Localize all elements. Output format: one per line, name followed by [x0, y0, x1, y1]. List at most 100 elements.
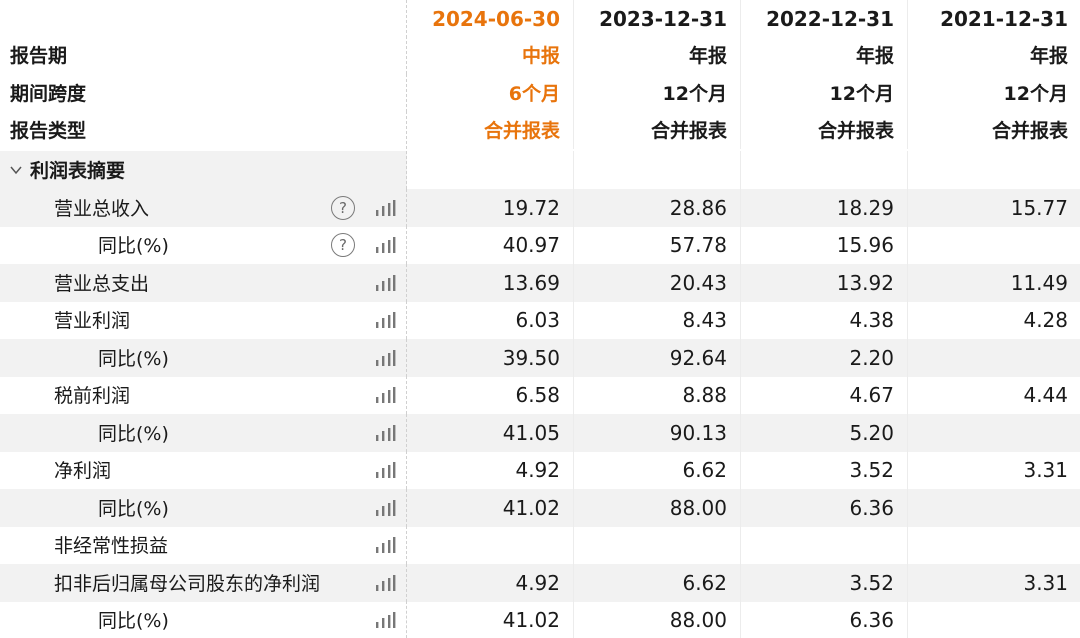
value-cell: 15.77 — [908, 189, 1080, 227]
row-label: 同比(%) — [98, 498, 169, 521]
table-row: 同比(%) 41.02 88.00 6.36 — [0, 601, 1080, 638]
value-cell: 11.49 — [908, 264, 1080, 302]
value-cell — [908, 339, 1080, 377]
table-row: 营业利润 6.03 8.43 4.38 4.28 — [0, 301, 1080, 339]
bar-chart-icon[interactable] — [374, 423, 396, 443]
chevron-down-icon[interactable] — [8, 162, 24, 178]
row-label-cell: 净利润 — [0, 451, 407, 489]
value-cell: 6.58 — [407, 376, 574, 414]
header-value: 年报 — [574, 36, 741, 74]
row-label: 净利润 — [54, 460, 112, 483]
header-period-row: 2024-06-30 2023-12-31 2022-12-31 2021-12… — [0, 0, 1080, 38]
value-cell: 2.20 — [741, 339, 908, 377]
table-row: 非经常性损益 — [0, 526, 1080, 564]
header-label: 报告期 — [0, 36, 407, 74]
value-cell: 57.78 — [574, 226, 741, 264]
period-header-1[interactable]: 2024-06-30 — [407, 0, 574, 38]
value-cell: 6.03 — [407, 301, 574, 339]
value-cell: 6.36 — [741, 601, 908, 638]
header-value: 6个月 — [407, 74, 574, 112]
section-title: 利润表摘要 — [30, 160, 126, 183]
row-label-cell: 同比(%) — [0, 489, 407, 527]
period-header-2[interactable]: 2023-12-31 — [574, 0, 741, 38]
bar-chart-icon[interactable] — [374, 235, 396, 255]
value-cell: 8.88 — [574, 376, 741, 414]
value-cell — [407, 526, 574, 564]
value-cell: 13.69 — [407, 264, 574, 302]
bar-chart-icon[interactable] — [374, 198, 396, 218]
table-row: 同比(%) 39.50 92.64 2.20 — [0, 339, 1080, 377]
table-row: 营业总收入 ? 19.72 28.86 18.29 15.77 — [0, 189, 1080, 227]
value-cell: 28.86 — [574, 189, 741, 227]
question-circle-icon[interactable]: ? — [331, 232, 355, 257]
value-cell: 6.62 — [574, 564, 741, 602]
period-header-4[interactable]: 2021-12-31 — [908, 0, 1080, 38]
value-cell: 90.13 — [574, 414, 741, 452]
header-report-type-row: 报告类型 合并报表 合并报表 合并报表 合并报表 — [0, 111, 1080, 149]
bar-chart-icon[interactable] — [374, 460, 396, 480]
header-value: 合并报表 — [741, 111, 908, 149]
value-cell — [908, 601, 1080, 638]
bar-chart-icon[interactable] — [374, 273, 396, 293]
question-circle-icon[interactable]: ? — [331, 195, 355, 220]
header-span-row: 期间跨度 6个月 12个月 12个月 12个月 — [0, 74, 1080, 112]
header-value: 年报 — [741, 36, 908, 74]
header-value: 合并报表 — [991, 120, 1068, 143]
bar-chart-icon[interactable] — [374, 498, 396, 518]
header-label: 期间跨度 — [0, 74, 407, 112]
value-cell: 41.02 — [407, 601, 574, 638]
row-label-cell: 营业总收入 ? — [0, 189, 407, 227]
value-cell: 4.92 — [407, 564, 574, 602]
value-cell: 4.38 — [741, 301, 908, 339]
value-cell: 39.50 — [407, 339, 574, 377]
header-label-empty — [0, 0, 407, 38]
value-cell: 3.52 — [741, 564, 908, 602]
period-header-3[interactable]: 2022-12-31 — [741, 0, 908, 38]
value-cell: 4.44 — [1023, 382, 1068, 407]
value-cell: 88.00 — [574, 601, 741, 638]
row-label: 营业总收入 — [54, 198, 150, 221]
row-label-cell: 非经常性损益 — [0, 526, 407, 564]
row-label: 同比(%) — [98, 610, 169, 632]
header-value: 年报 — [1029, 45, 1068, 68]
value-cell — [908, 414, 1080, 452]
value-cell: 13.92 — [741, 264, 908, 302]
value-cell: 5.20 — [741, 414, 908, 452]
row-label-cell: 扣非后归属母公司股东的净利润 — [0, 564, 407, 602]
bar-chart-icon[interactable] — [374, 385, 396, 405]
value-cell: 41.05 — [407, 414, 574, 452]
row-label: 同比(%) — [98, 423, 169, 446]
value-cell — [574, 526, 741, 564]
value-cell: 3.52 — [741, 451, 908, 489]
table-row: 营业总支出 13.69 20.43 13.92 11.49 — [0, 264, 1080, 302]
header-value: 12个月 — [1003, 83, 1068, 106]
section-empty-cell — [407, 151, 574, 189]
value-cell — [908, 526, 1080, 564]
bar-chart-icon[interactable] — [374, 535, 396, 555]
value-cell: 40.97 — [407, 226, 574, 264]
section-label-cell[interactable]: 利润表摘要 — [0, 151, 407, 189]
value-cell: 41.02 — [407, 489, 574, 527]
section-empty-cell — [741, 151, 908, 189]
row-label-cell: 营业利润 — [0, 301, 407, 339]
section-income-statement[interactable]: 利润表摘要 — [0, 151, 1080, 189]
value-cell: 4.28 — [1023, 307, 1068, 332]
row-label: 非经常性损益 — [54, 535, 169, 558]
table-row: 税前利润 6.58 8.88 4.67 4.44 — [0, 376, 1080, 414]
row-label-cell: 同比(%) — [0, 339, 407, 377]
section-empty-cell — [908, 151, 1080, 189]
bar-chart-icon[interactable] — [374, 573, 396, 593]
table-row: 扣非后归属母公司股东的净利润 4.92 6.62 3.52 3.31 — [0, 564, 1080, 602]
row-label: 营业利润 — [54, 310, 131, 333]
value-cell — [908, 489, 1080, 527]
row-label-cell: 税前利润 — [0, 376, 407, 414]
help-glyph: ? — [339, 235, 347, 254]
value-cell: 4.67 — [741, 376, 908, 414]
bar-chart-icon[interactable] — [374, 348, 396, 368]
value-cell: 18.29 — [741, 189, 908, 227]
bar-chart-icon[interactable] — [374, 610, 396, 630]
row-label-cell: 营业总支出 — [0, 264, 407, 302]
value-cell: 92.64 — [574, 339, 741, 377]
table-row: 同比(%) 41.05 90.13 5.20 — [0, 414, 1080, 452]
bar-chart-icon[interactable] — [374, 310, 396, 330]
